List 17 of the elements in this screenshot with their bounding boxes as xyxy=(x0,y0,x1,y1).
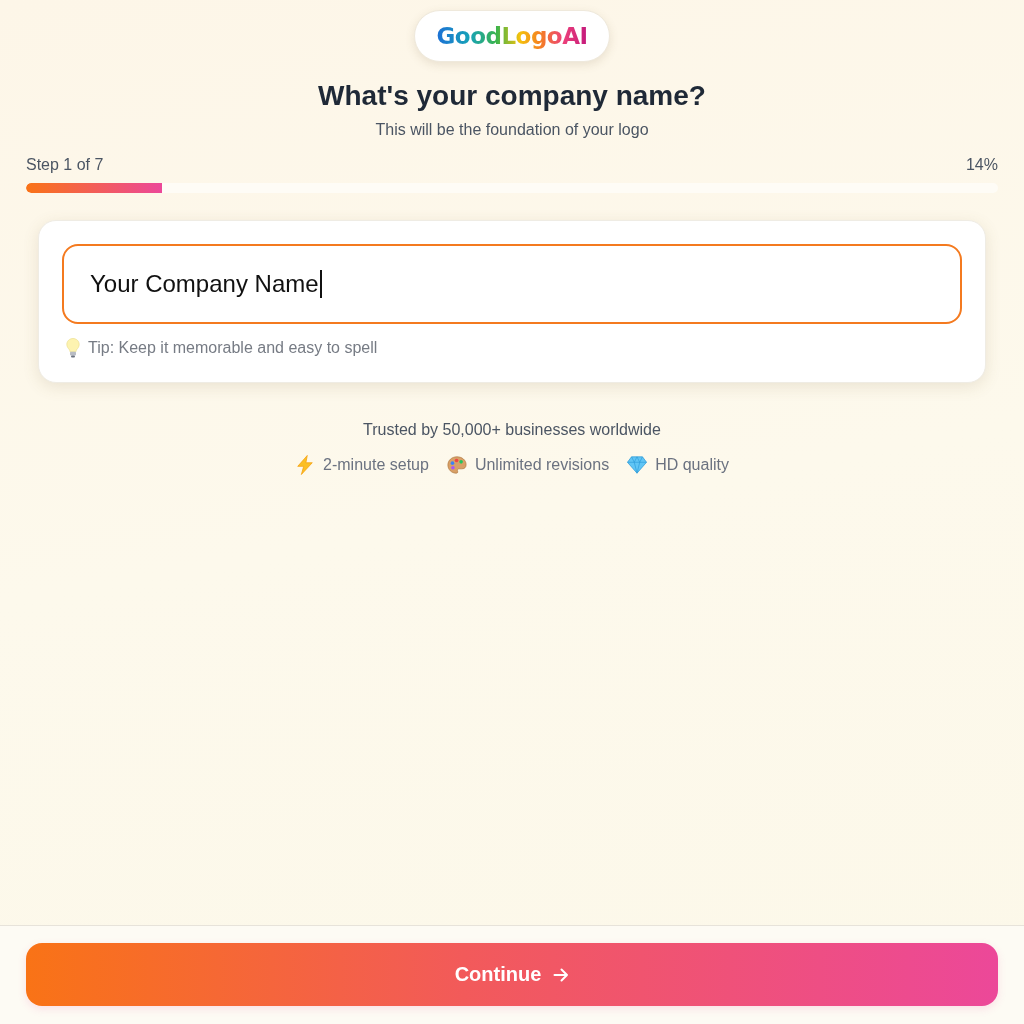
arrow-right-icon xyxy=(553,966,570,983)
paint-palette-icon xyxy=(446,455,467,475)
lightbulb-icon xyxy=(66,338,80,358)
progress-percent: 14% xyxy=(965,155,998,175)
page-subtitle: This will be the foundation of your logo xyxy=(375,120,649,140)
step-label: Step 1 of 7 xyxy=(26,155,104,175)
diamond-icon xyxy=(627,455,648,475)
feature-label: Unlimited revisions xyxy=(474,455,610,475)
company-name-input[interactable]: Your Company Name xyxy=(62,244,962,324)
text-cursor xyxy=(319,270,322,298)
feature-label: HD quality xyxy=(655,455,729,475)
trust-text: Trusted by 50,000+ businesses worldwide xyxy=(363,420,661,440)
page-title: What's your company name? xyxy=(318,79,706,113)
lightning-bolt-icon xyxy=(295,455,316,475)
feature-label: 2-minute setup xyxy=(323,455,429,475)
tip-text: Tip: Keep it memorable and easy to spell xyxy=(88,338,378,358)
logo-text: GoodLogoAI xyxy=(436,23,588,49)
